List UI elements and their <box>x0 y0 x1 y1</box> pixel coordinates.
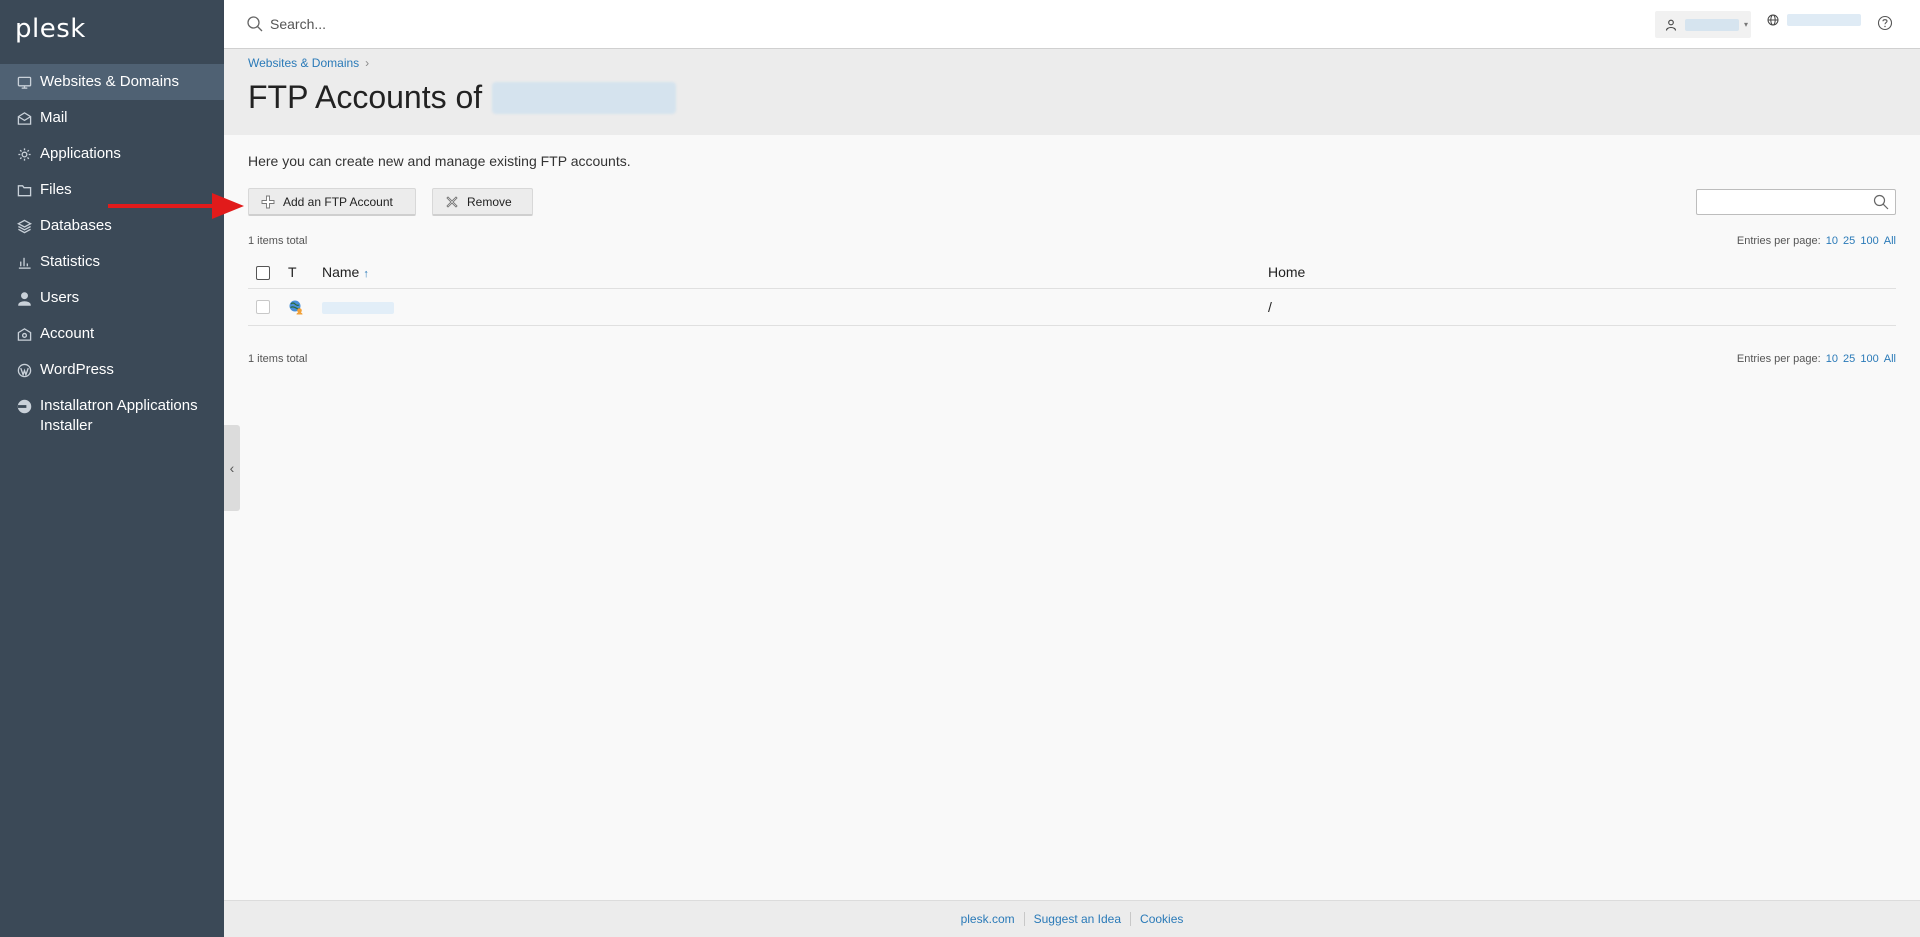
sidebar-item-label: Statistics <box>40 253 101 270</box>
ftp-account-name-redacted[interactable] <box>322 301 394 317</box>
sidebar-item-account[interactable]: Account <box>0 316 224 352</box>
red-arrow-annotation <box>108 193 244 219</box>
sidebar-item-label: Account <box>40 325 95 342</box>
page-title-text: FTP Accounts of <box>248 79 483 115</box>
table-header: T Name ↑ Home <box>248 257 1896 289</box>
user-menu-button[interactable]: ▾ <box>1655 11 1751 38</box>
subscription-selector[interactable] <box>1767 14 1861 26</box>
per-page-25[interactable]: 25 <box>1843 353 1855 365</box>
home-directory: / <box>1268 299 1272 315</box>
per-page-25[interactable]: 25 <box>1843 235 1855 247</box>
sidebar-item-label: Databases <box>40 217 112 234</box>
intro-text: Here you can create new and manage exist… <box>248 153 631 169</box>
per-page-10[interactable]: 10 <box>1826 235 1838 247</box>
row-checkbox[interactable] <box>256 300 270 314</box>
folder-icon <box>16 182 32 198</box>
remove-button[interactable]: Remove <box>432 188 533 216</box>
remove-icon <box>446 195 458 208</box>
globe-icon <box>1767 14 1779 26</box>
bar-chart-icon <box>16 254 32 270</box>
subscription-name-redacted <box>1787 14 1861 26</box>
account-icon <box>16 326 32 342</box>
sidebar-item-label: Files <box>40 181 72 198</box>
add-ftp-account-label: Add an FTP Account <box>283 194 393 209</box>
column-home[interactable]: Home <box>1268 264 1305 280</box>
username-redacted <box>1685 18 1739 31</box>
mail-icon <box>16 110 32 126</box>
sidebar-item-label: Websites & Domains <box>40 73 179 90</box>
chevron-right-icon: › <box>365 56 370 70</box>
search-icon <box>247 16 263 32</box>
column-name-label: Name <box>322 264 360 280</box>
per-page-100[interactable]: 100 <box>1860 235 1878 247</box>
monitor-icon <box>16 74 32 90</box>
page-header: Websites & Domains › FTP Accounts of <box>224 49 1920 135</box>
plus-icon <box>261 195 275 208</box>
sidebar-item-users[interactable]: Users <box>0 280 224 316</box>
page-title: FTP Accounts of <box>248 79 677 116</box>
per-page-all[interactable]: All <box>1884 353 1896 365</box>
sidebar-collapse-toggle[interactable]: ‹ <box>224 425 240 511</box>
user-icon <box>1665 19 1677 31</box>
sidebar-item-label: WordPress <box>40 361 114 378</box>
entries-per-page: Entries per page: 10 25 100 All <box>1737 235 1896 247</box>
footer: plesk.com Suggest an Idea Cookies <box>224 900 1920 937</box>
table-row: / <box>248 289 1896 326</box>
layers-icon <box>16 218 32 234</box>
footer-link-suggest-idea[interactable]: Suggest an Idea <box>1025 912 1130 926</box>
breadcrumb[interactable]: Websites & Domains › <box>248 56 369 70</box>
column-type[interactable]: T <box>288 264 297 280</box>
sidebar-item-label: Mail <box>40 109 68 126</box>
column-name[interactable]: Name ↑ <box>322 264 369 280</box>
global-search-input[interactable] <box>270 12 770 36</box>
sidebar-item-label: Installatron Applications Installer <box>40 397 198 434</box>
user-icon <box>16 290 32 306</box>
sidebar-item-websites-domains[interactable]: Websites & Domains <box>0 64 224 100</box>
sort-ascending-icon: ↑ <box>363 268 369 280</box>
plesk-logo[interactable]: plesk <box>15 14 86 44</box>
top-bar: ▾ <box>224 0 1920 49</box>
sidebar-item-statistics[interactable]: Statistics <box>0 244 224 280</box>
gear-icon <box>16 146 32 162</box>
entries-per-page-label: Entries per page: <box>1736 353 1821 365</box>
items-total: 1 items total <box>248 235 308 247</box>
search-icon <box>1873 194 1889 210</box>
entries-per-page-bottom: Entries per page: 10 25 100 All <box>1737 353 1896 365</box>
ftp-account-type-icon <box>288 299 304 318</box>
per-page-all[interactable]: All <box>1884 235 1896 247</box>
sidebar-item-mail[interactable]: Mail <box>0 100 224 136</box>
installatron-icon <box>16 398 32 414</box>
wordpress-icon <box>16 362 32 378</box>
add-ftp-account-button[interactable]: Add an FTP Account <box>248 188 416 216</box>
select-all-checkbox[interactable] <box>256 266 270 280</box>
chevron-down-icon: ▾ <box>1744 20 1749 29</box>
sidebar-item-label: Users <box>40 289 80 306</box>
footer-link-plesk[interactable]: plesk.com <box>952 912 1024 926</box>
sidebar-item-wordpress[interactable]: WordPress <box>0 352 224 388</box>
help-icon[interactable] <box>1877 15 1893 31</box>
list-search-input[interactable] <box>1696 189 1896 215</box>
domain-name-redacted <box>492 81 677 114</box>
breadcrumb-link[interactable]: Websites & Domains <box>248 56 359 70</box>
sidebar-nav: Websites & Domains Mail Applications Fil… <box>0 64 224 444</box>
sidebar: plesk Websites & Domains Mail Applicatio… <box>0 0 224 937</box>
per-page-100[interactable]: 100 <box>1860 353 1878 365</box>
sidebar-item-label: Applications <box>40 145 121 162</box>
remove-label: Remove <box>467 194 512 209</box>
sidebar-item-installatron[interactable]: Installatron Applications Installer <box>0 388 224 444</box>
per-page-10[interactable]: 10 <box>1826 353 1838 365</box>
sidebar-item-applications[interactable]: Applications <box>0 136 224 172</box>
items-total-bottom: 1 items total <box>248 353 308 365</box>
ftp-accounts-table: T Name ↑ Home / <box>248 257 1896 326</box>
footer-link-cookies[interactable]: Cookies <box>1131 912 1192 926</box>
entries-per-page-label: Entries per page: <box>1736 235 1821 247</box>
